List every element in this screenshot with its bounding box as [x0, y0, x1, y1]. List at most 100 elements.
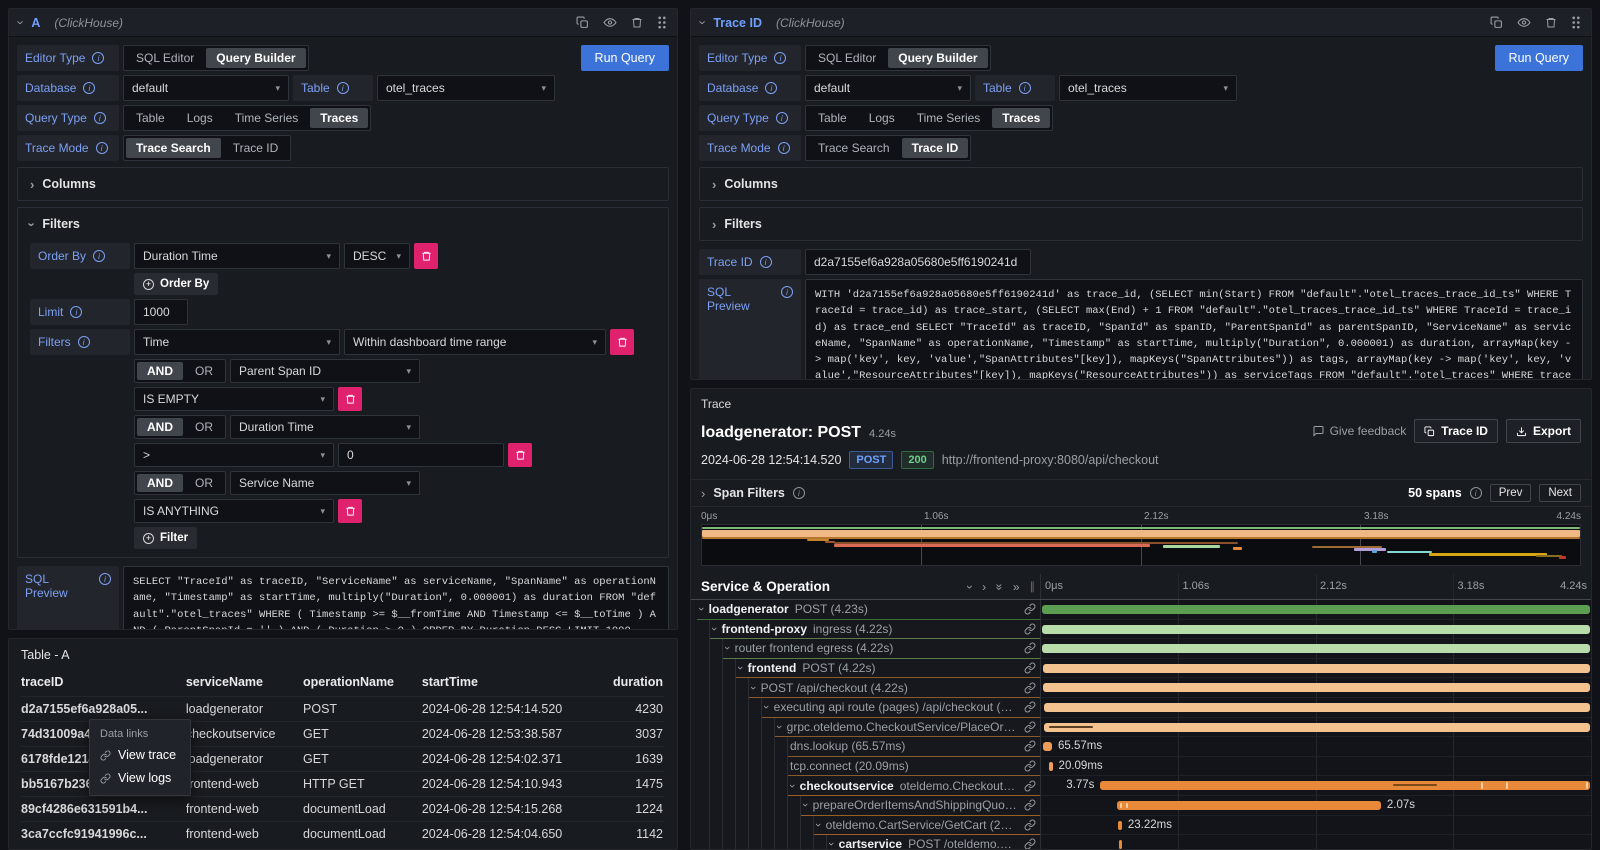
- span-name-cell[interactable]: tcp.connect (20.09ms): [691, 757, 1041, 777]
- remove-condition-button[interactable]: [338, 499, 362, 523]
- span-timeline-cell[interactable]: 2.07s: [1041, 796, 1591, 816]
- chevron-down-icon[interactable]: ›: [710, 627, 720, 631]
- span-row[interactable]: ›frontendPOST (4.22s): [691, 659, 1591, 679]
- chevron-right-icon[interactable]: ›: [701, 486, 705, 501]
- and-option[interactable]: AND: [137, 418, 183, 436]
- column-header[interactable]: operationName: [303, 670, 422, 697]
- span-timeline-cell[interactable]: [1041, 835, 1591, 850]
- trace-search-option[interactable]: Trace Search: [808, 138, 900, 158]
- order-by-direction-select[interactable]: DESC▾: [344, 243, 410, 269]
- span-row[interactable]: ›cartservicePOST /oteldemo.CartService/G…: [691, 835, 1591, 850]
- chevron-down-icon[interactable]: ›: [749, 686, 759, 690]
- span-timeline-cell[interactable]: [1041, 678, 1591, 698]
- sql-editor-option[interactable]: SQL Editor: [808, 48, 886, 68]
- span-row[interactable]: ›executing api route (pages) /api/checko…: [691, 698, 1591, 718]
- span-bar[interactable]: [1044, 723, 1590, 732]
- columns-section-header[interactable]: ›Columns: [712, 173, 1570, 195]
- column-resize-handle[interactable]: ∥: [1030, 580, 1035, 593]
- span-timeline-cell[interactable]: [1041, 659, 1591, 679]
- span-bar[interactable]: [1043, 683, 1590, 692]
- chevron-down-icon[interactable]: ›: [762, 705, 772, 709]
- span-row[interactable]: tcp.connect (20.09ms)20.09ms: [691, 757, 1591, 777]
- add-filter-button[interactable]: Filter: [134, 527, 197, 549]
- filter-value-select[interactable]: Within dashboard time range▾: [344, 329, 606, 355]
- span-bar[interactable]: [1044, 703, 1590, 712]
- limit-input[interactable]: 1000: [134, 299, 188, 325]
- trace-id-link[interactable]: 3ca7ccfc91941996c...: [21, 822, 186, 847]
- span-link-icon[interactable]: [1024, 682, 1036, 694]
- hide-response-eye-icon[interactable]: [603, 16, 617, 29]
- run-query-button[interactable]: Run Query: [581, 45, 669, 71]
- span-bar[interactable]: [1118, 821, 1122, 830]
- sql-editor-option[interactable]: SQL Editor: [126, 48, 204, 68]
- condition-operator-select[interactable]: >▾: [134, 443, 334, 467]
- span-link-icon[interactable]: [1024, 780, 1036, 792]
- span-name-cell[interactable]: ›frontendPOST (4.22s): [691, 659, 1041, 679]
- column-header[interactable]: traceID: [21, 670, 186, 697]
- span-name-cell[interactable]: ›oteldemo.CartService/GetCart (23.22ms): [691, 816, 1041, 836]
- minimap-canvas[interactable]: [701, 524, 1581, 566]
- condition-field-select[interactable]: Duration Time▾: [230, 415, 420, 439]
- query-type-traces[interactable]: Traces: [310, 108, 368, 128]
- query-type-table[interactable]: Table: [808, 108, 857, 128]
- chevron-down-icon[interactable]: ›: [736, 666, 746, 670]
- trace-search-option[interactable]: Trace Search: [126, 138, 221, 158]
- trace-id-link[interactable]: 89cf4286e631591b4...: [21, 797, 186, 822]
- trace-id-input[interactable]: d2a7155ef6a928a05680e5ff6190241d: [805, 249, 1031, 275]
- next-span-button[interactable]: Next: [1539, 484, 1581, 502]
- span-link-icon[interactable]: [1024, 838, 1036, 850]
- query-builder-option[interactable]: Query Builder: [888, 48, 987, 68]
- and-option[interactable]: AND: [137, 362, 183, 380]
- span-name-cell[interactable]: ›router frontend egress (4.22s): [691, 639, 1041, 659]
- span-link-icon[interactable]: [1024, 662, 1036, 674]
- table-select[interactable]: otel_traces▾: [377, 75, 555, 101]
- span-link-icon[interactable]: [1024, 819, 1036, 831]
- or-option[interactable]: OR: [185, 474, 223, 492]
- chevron-down-icon[interactable]: ›: [814, 823, 824, 827]
- column-header[interactable]: serviceName: [186, 670, 303, 697]
- condition-field-select[interactable]: Parent Span ID▾: [230, 359, 420, 383]
- duplicate-icon[interactable]: [576, 16, 589, 29]
- duplicate-icon[interactable]: [1490, 16, 1503, 29]
- span-name-cell[interactable]: ›POST /api/checkout (4.22s): [691, 678, 1041, 698]
- chevron-down-icon[interactable]: ›: [788, 784, 798, 788]
- table-select[interactable]: otel_traces▾: [1059, 75, 1237, 101]
- span-timeline-cell[interactable]: 65.57ms: [1041, 737, 1591, 757]
- span-timeline-cell[interactable]: 3.77s: [1041, 776, 1591, 796]
- span-name-cell[interactable]: dns.lookup (65.57ms): [691, 737, 1041, 757]
- or-option[interactable]: OR: [185, 362, 223, 380]
- span-name-cell[interactable]: ›executing api route (pages) /api/checko…: [691, 698, 1041, 718]
- chevron-down-icon[interactable]: ›: [723, 647, 733, 651]
- drag-handle-icon[interactable]: [657, 16, 667, 29]
- view-trace-link[interactable]: View trace: [100, 748, 180, 762]
- span-link-icon[interactable]: [1024, 623, 1036, 635]
- query-type-timeseries[interactable]: Time Series: [225, 108, 309, 128]
- span-row[interactable]: ›grpc.oteldemo.CheckoutService/PlaceOrde…: [691, 718, 1591, 738]
- trace-id-copy-button[interactable]: Trace ID: [1414, 419, 1498, 443]
- filters-section-header[interactable]: ›Filters: [30, 213, 656, 235]
- delete-query-icon[interactable]: [631, 16, 643, 29]
- span-bar[interactable]: [1042, 644, 1590, 653]
- remove-order-by-button[interactable]: [414, 243, 438, 269]
- filters-section-header[interactable]: ›Filters: [712, 213, 1570, 235]
- column-header[interactable]: startTime: [422, 670, 601, 697]
- span-link-icon[interactable]: [1024, 701, 1036, 713]
- condition-operator-select[interactable]: IS EMPTY▾: [134, 387, 334, 411]
- span-bar[interactable]: [1042, 605, 1591, 614]
- span-row[interactable]: ›oteldemo.CartService/GetCart (23.22ms)2…: [691, 816, 1591, 836]
- trace-id-link[interactable]: d2a7155ef6a928a05...: [21, 697, 186, 722]
- and-option[interactable]: AND: [137, 474, 183, 492]
- span-link-icon[interactable]: [1024, 760, 1036, 772]
- column-header[interactable]: duration: [601, 670, 665, 697]
- condition-value-input[interactable]: 0: [338, 443, 504, 467]
- span-timeline-cell[interactable]: [1041, 639, 1591, 659]
- give-feedback-link[interactable]: Give feedback: [1312, 424, 1407, 438]
- expand-one-icon[interactable]: ›: [982, 580, 986, 594]
- span-link-icon[interactable]: [1024, 642, 1036, 654]
- collapse-one-icon[interactable]: ›: [963, 585, 977, 589]
- span-timeline-cell[interactable]: [1041, 718, 1591, 738]
- chevron-down-icon[interactable]: ›: [697, 607, 707, 611]
- span-timeline-cell[interactable]: [1041, 620, 1591, 640]
- remove-condition-button[interactable]: [508, 443, 532, 467]
- span-timeline-cell[interactable]: [1041, 600, 1591, 620]
